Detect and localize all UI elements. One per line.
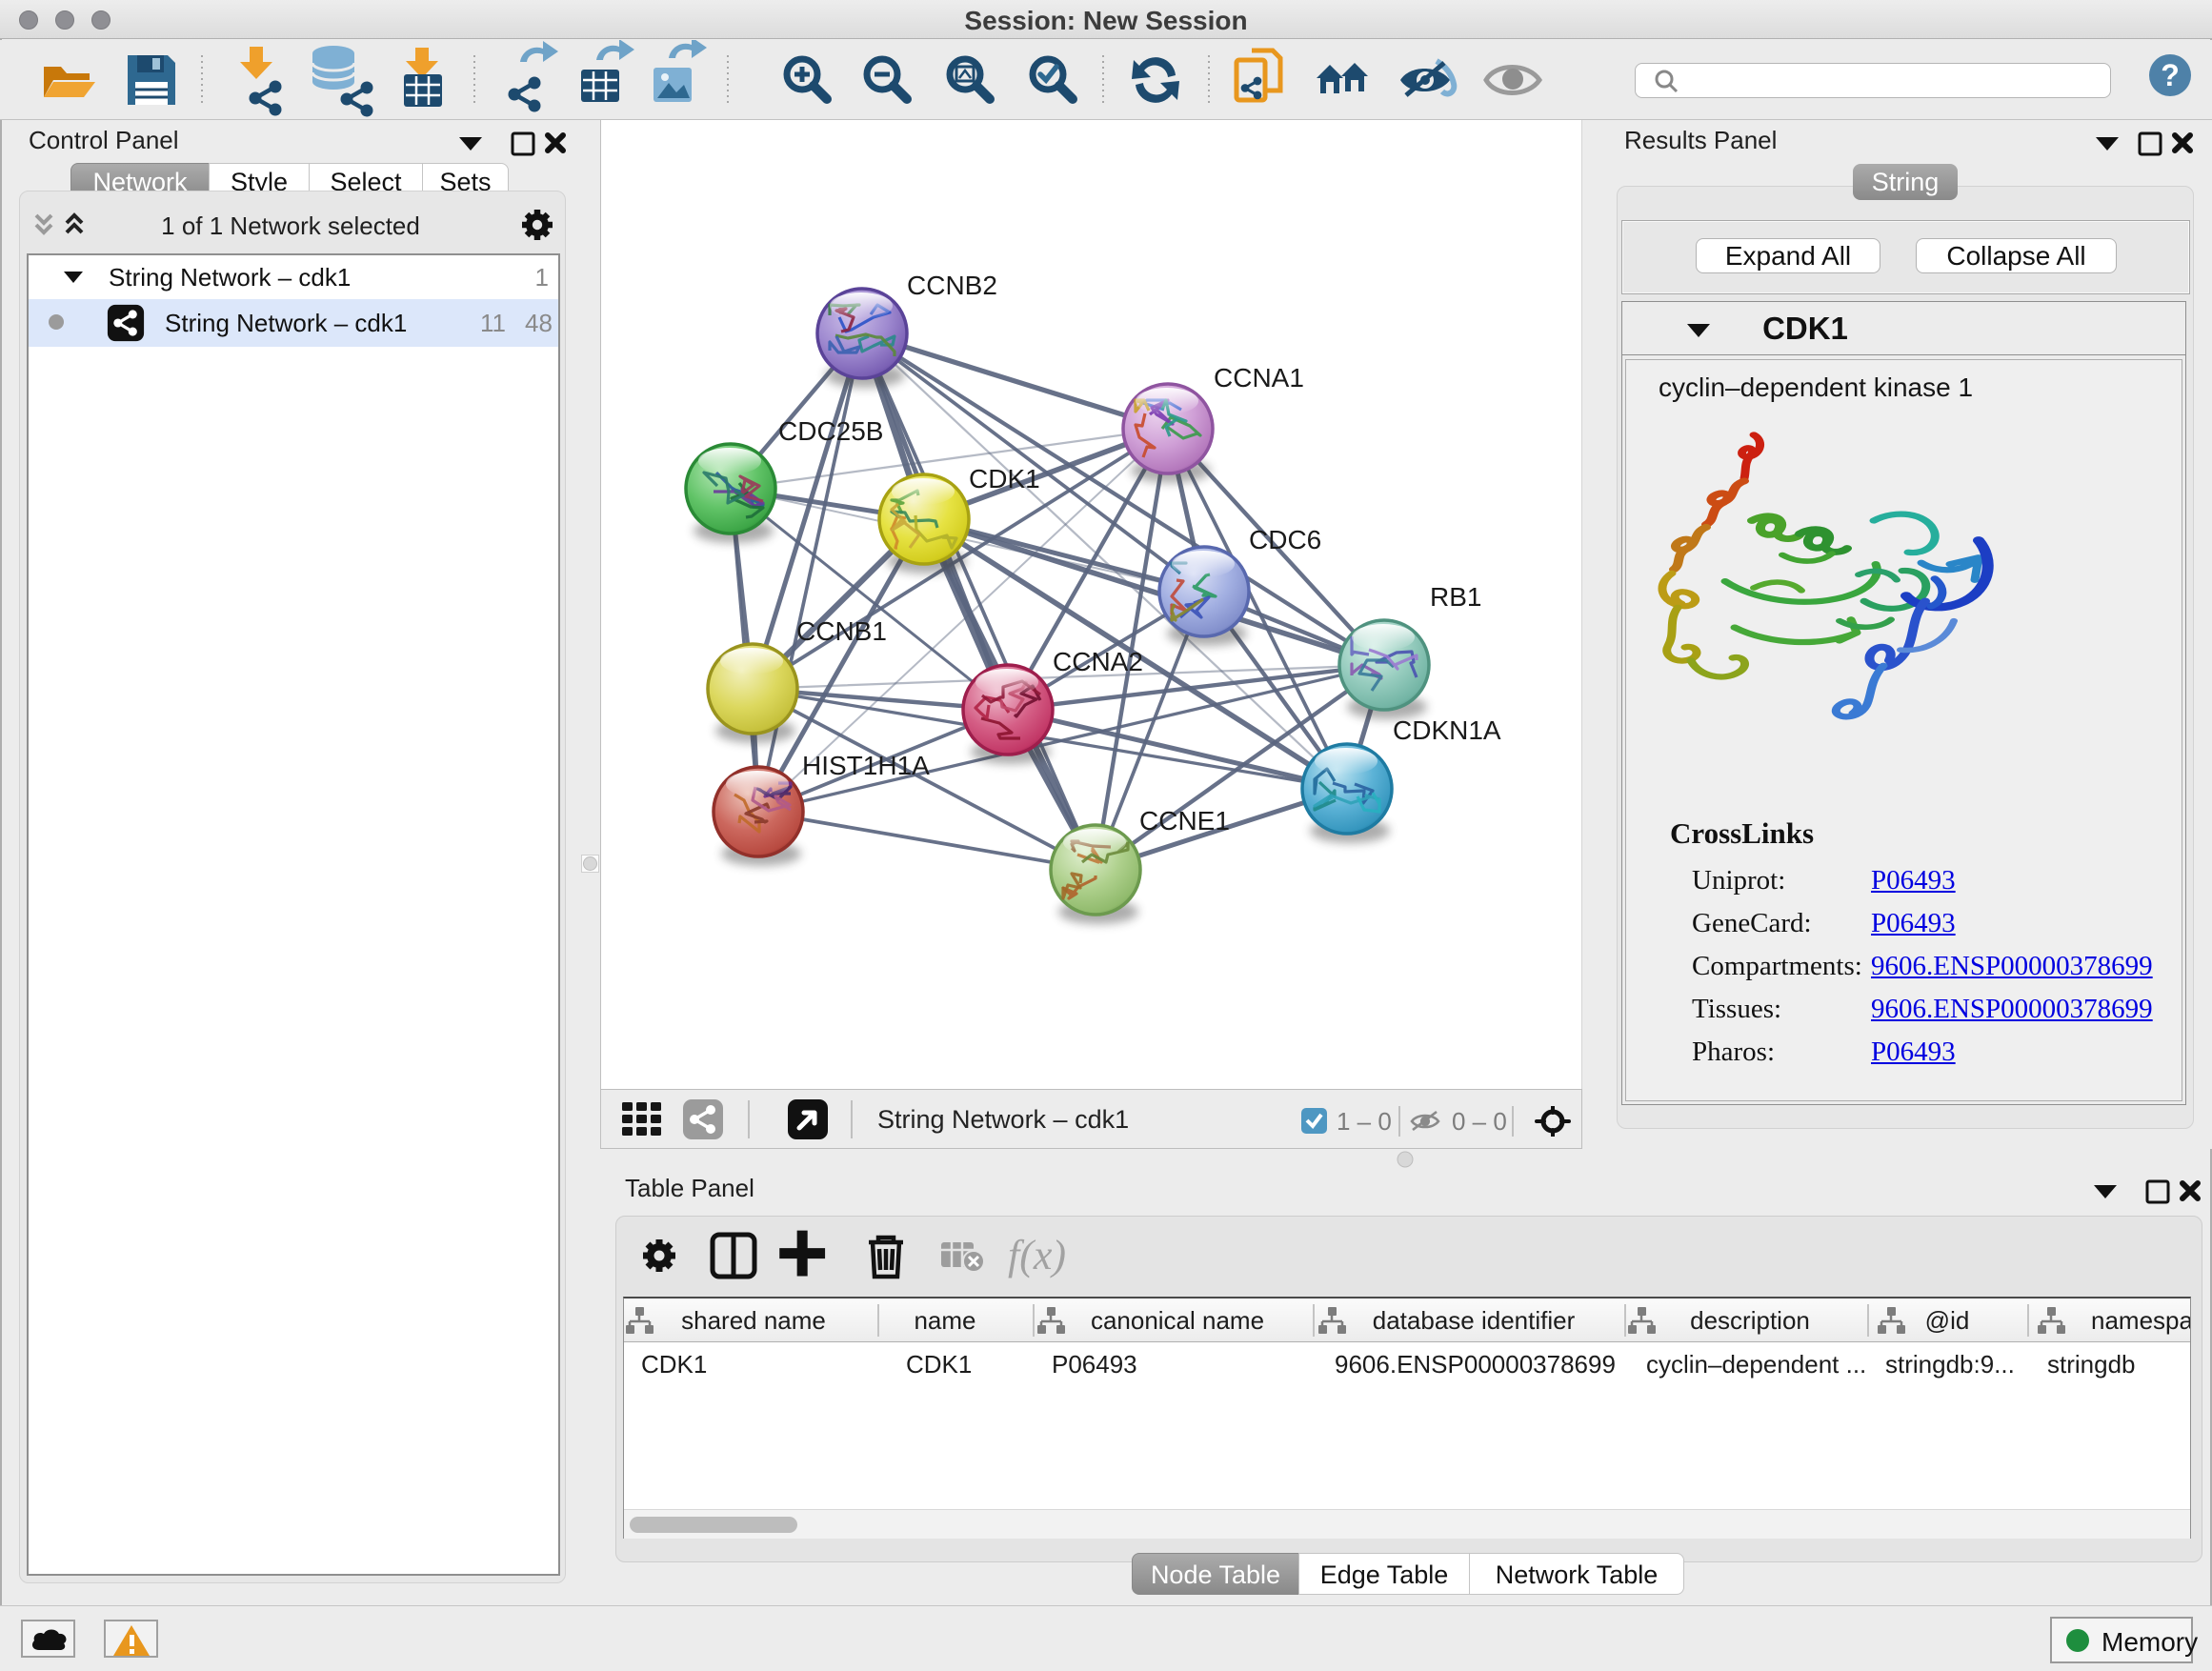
svg-text:CDK1: CDK1 (969, 464, 1040, 493)
svg-text:@id: @id (1925, 1306, 1970, 1335)
svg-text:HIST1H1A: HIST1H1A (802, 751, 930, 780)
svg-text:shared name: shared name (681, 1306, 826, 1335)
svg-text:CCNB1: CCNB1 (796, 616, 887, 646)
svg-text:CCNE1: CCNE1 (1139, 806, 1230, 836)
svg-text:?: ? (2161, 58, 2180, 92)
svg-text:CCNB2: CCNB2 (907, 271, 997, 300)
svg-text:1 – 0: 1 – 0 (1337, 1107, 1392, 1136)
svg-text:name: name (914, 1306, 975, 1335)
svg-text:CCNA2: CCNA2 (1053, 647, 1143, 676)
svg-text:database identifier: database identifier (1373, 1306, 1576, 1335)
svg-text:0 – 0: 0 – 0 (1452, 1107, 1507, 1136)
svg-text:CDKN1A: CDKN1A (1393, 715, 1501, 745)
svg-text:RB1: RB1 (1430, 582, 1481, 612)
svg-text:CCNA1: CCNA1 (1214, 363, 1304, 393)
svg-text:description: description (1690, 1306, 1810, 1335)
svg-text:canonical name: canonical name (1091, 1306, 1264, 1335)
svg-text:namespace: namespace (2091, 1306, 2190, 1335)
svg-text:f(x): f(x) (1008, 1232, 1066, 1278)
svg-text:CDC25B: CDC25B (778, 416, 883, 446)
svg-text:CDC6: CDC6 (1249, 525, 1321, 554)
